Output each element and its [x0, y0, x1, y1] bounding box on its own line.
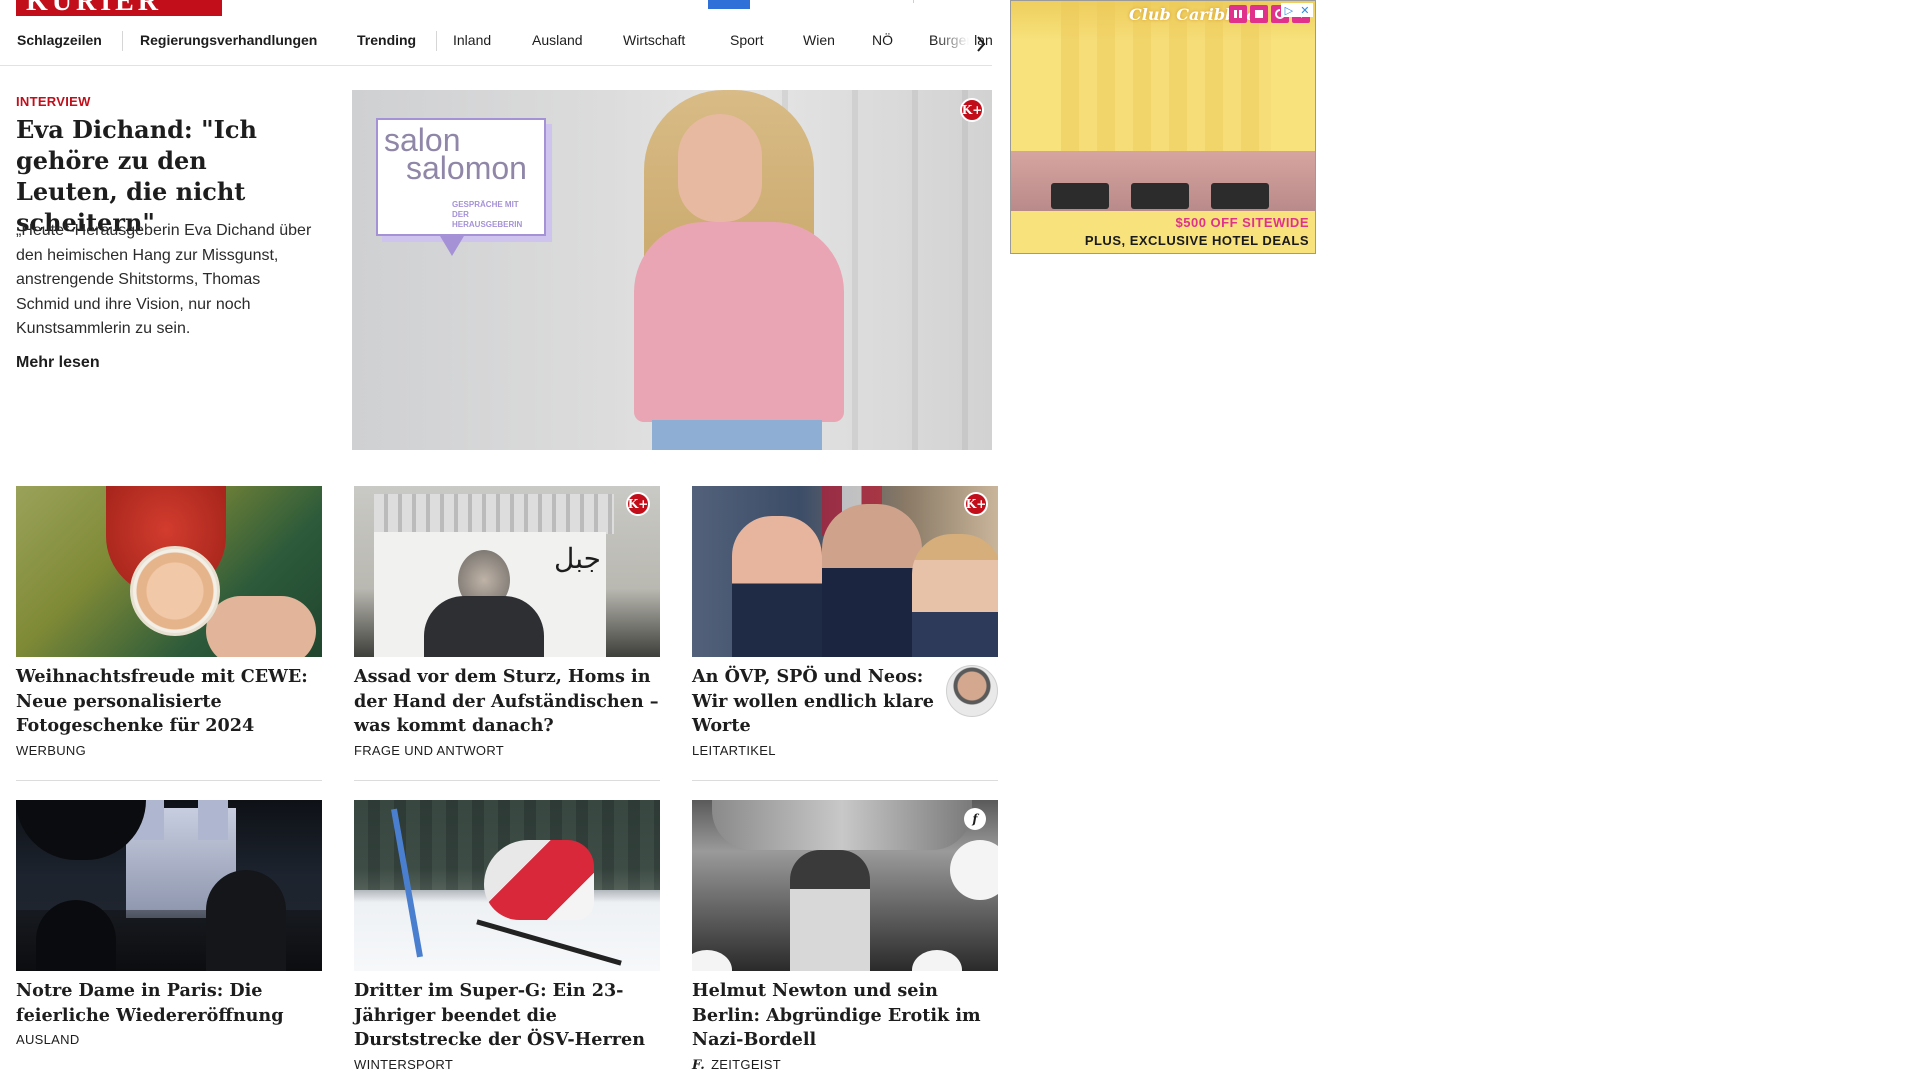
nav-item-schlagzeilen[interactable]: Schlagzeilen: [17, 32, 102, 48]
article-title[interactable]: Assad vor dem Sturz, Homs in der Hand de…: [354, 665, 660, 739]
hero-lead: „Heute“-Herausgeberin Eva Dichand über d…: [16, 222, 312, 337]
row-divider: [354, 780, 660, 781]
nav-item-regierungsverhandlungen[interactable]: Regierungsverhandlungen: [140, 32, 317, 48]
logo-text: KURIER: [26, 0, 163, 16]
article-category[interactable]: f. ZEITGEIST: [692, 1057, 998, 1073]
pause-icon[interactable]: [1229, 5, 1247, 23]
article-category[interactable]: WINTERSPORT: [354, 1057, 660, 1072]
zeitgeist-icon: f.: [692, 1057, 706, 1073]
hero-kicker: INTERVIEW: [16, 94, 91, 109]
nav-divider: [436, 31, 437, 51]
header-divider: [913, 0, 914, 3]
article-image[interactable]: [16, 486, 322, 657]
chevron-right-icon: [977, 36, 986, 52]
ad-banner[interactable]: Club Caribbean ▷ ✕ $500 OFF SITEWIDE PLU…: [1010, 0, 1316, 254]
kurier-logo[interactable]: KURIER: [16, 0, 222, 16]
adchoices-button[interactable]: ▷ ✕: [1281, 3, 1313, 17]
hero-image[interactable]: salon salomon GESPRÄCHE MIT DER HERAUSGE…: [352, 90, 992, 450]
adchoices-icon: ▷: [1284, 4, 1294, 17]
nav-scroll-right-button[interactable]: [970, 30, 992, 58]
row-divider: [692, 780, 998, 781]
article-image[interactable]: [354, 800, 660, 971]
row-divider: [16, 780, 322, 781]
main-navigation: Schlagzeilen Regierungsverhandlungen Tre…: [0, 28, 992, 66]
article-title[interactable]: Notre Dame in Paris: Die feierliche Wied…: [16, 979, 322, 1028]
nav-item-noe[interactable]: NÖ: [872, 32, 893, 48]
nav-item-wien[interactable]: Wien: [803, 32, 835, 48]
nav-divider: [122, 31, 123, 51]
nav-item-trending[interactable]: Trending: [357, 32, 416, 48]
article-card: جبل K+ Assad vor dem Sturz, Homs in der …: [354, 486, 660, 758]
kurier-plus-badge: K+: [964, 492, 988, 516]
article-title[interactable]: Weihnachtsfreude mit CEWE: Neue personal…: [16, 665, 322, 739]
article-category[interactable]: WERBUNG: [16, 743, 322, 758]
article-card: f Helmut Newton und sein Berlin: Abgründ…: [692, 800, 998, 1073]
article-card: Dritter im Super-G: Ein 23-Jähriger been…: [354, 800, 660, 1072]
article-title[interactable]: An ÖVP, SPÖ und Neos: Wir wollen endlich…: [692, 665, 940, 739]
article-image[interactable]: K+: [692, 486, 998, 657]
ad-subline: PLUS, EXCLUSIVE HOTEL DEALS: [1084, 233, 1309, 248]
kurier-plus-badge: K+: [626, 492, 650, 516]
article-image[interactable]: جبل K+: [354, 486, 660, 657]
article-category[interactable]: LEITARTIKEL: [692, 743, 998, 758]
article-card: Weihnachtsfreude mit CEWE: Neue personal…: [16, 486, 322, 758]
article-title[interactable]: Dritter im Super-G: Ein 23-Jähriger been…: [354, 979, 660, 1053]
read-more-link[interactable]: Mehr lesen: [16, 354, 100, 372]
ad-headline: $500 OFF SITEWIDE: [1175, 215, 1309, 230]
article-category[interactable]: FRAGE UND ANTWORT: [354, 743, 660, 758]
kurier-plus-badge: K+: [960, 98, 984, 122]
article-card: Notre Dame in Paris: Die feierliche Wied…: [16, 800, 322, 1047]
header-marker: [708, 0, 750, 9]
nav-item-wirtschaft[interactable]: Wirtschaft: [623, 32, 685, 48]
nav-item-sport[interactable]: Sport: [730, 32, 763, 48]
nav-item-ausland[interactable]: Ausland: [532, 32, 583, 48]
article-image[interactable]: [16, 800, 322, 971]
article-image[interactable]: f: [692, 800, 998, 971]
stop-icon[interactable]: [1250, 5, 1268, 23]
article-card: K+ An ÖVP, SPÖ und Neos: Wir wollen endl…: [692, 486, 998, 758]
close-icon[interactable]: ✕: [1300, 4, 1309, 17]
nav-fade: [935, 28, 975, 64]
nav-item-inland[interactable]: Inland: [453, 32, 491, 48]
article-title[interactable]: Helmut Newton und sein Berlin: Abgründig…: [692, 979, 998, 1053]
zeitgeist-icon: f: [964, 808, 986, 830]
article-category[interactable]: AUSLAND: [16, 1032, 322, 1047]
salon-salomon-logo: salon salomon GESPRÄCHE MIT DER HERAUSGE…: [376, 118, 546, 236]
author-avatar[interactable]: [946, 665, 998, 717]
